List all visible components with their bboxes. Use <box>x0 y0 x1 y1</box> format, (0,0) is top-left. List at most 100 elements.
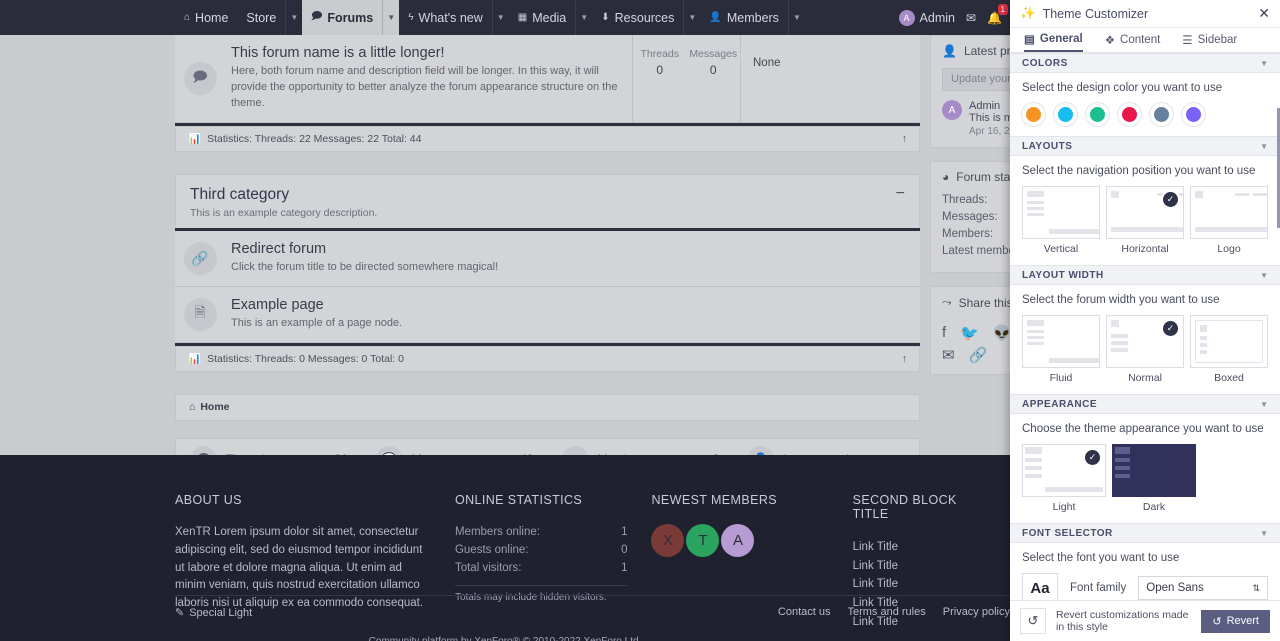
privacy-link[interactable]: Privacy policy <box>943 606 1010 619</box>
nav-item-home[interactable]: ⌂ Home <box>175 0 237 35</box>
chevron-down-icon[interactable]: ▼ <box>1260 59 1268 68</box>
color-swatches <box>1022 103 1268 126</box>
section-description: Select the navigation position you want … <box>1022 165 1268 177</box>
width-option-fluid[interactable]: Fluid <box>1022 315 1100 384</box>
collapse-arrow-icon[interactable]: ↑ <box>902 353 907 365</box>
section-header-appearance[interactable]: APPEARANCE ▼ <box>1010 394 1280 414</box>
layout-preview: ✓ <box>1106 186 1184 239</box>
chevron-down-icon-media[interactable]: ▼ <box>575 0 592 35</box>
home-icon: ⌂ <box>189 401 195 413</box>
nav-label: Forums <box>327 11 373 25</box>
layout-option-vertical[interactable]: Vertical <box>1022 186 1100 255</box>
twitter-icon[interactable]: 🐦 <box>960 324 979 342</box>
width-option-normal[interactable]: ✓ Normal <box>1106 315 1184 384</box>
online-row: Total visitors: 1 <box>455 560 628 578</box>
footer-link[interactable]: Link Title <box>853 575 986 594</box>
footer-legal-links: Contact us Terms and rules Privacy polic… <box>778 606 1010 619</box>
tab-sidebar[interactable]: ☰ Sidebar <box>1182 28 1237 52</box>
inbox-icon[interactable]: ✉ <box>966 11 976 25</box>
color-swatch-orange[interactable] <box>1022 103 1045 126</box>
font-family-select[interactable]: Open Sans ⇅ <box>1138 576 1268 600</box>
chevron-down-icon[interactable]: ▼ <box>1260 529 1268 538</box>
footer-link[interactable]: Link Title <box>853 557 986 576</box>
breadcrumb-home[interactable]: ⌂ Home <box>189 401 230 413</box>
category-collapse-toggle[interactable]: − <box>896 186 905 202</box>
node-text: Example page This is an example of a pag… <box>225 287 920 342</box>
forum-node-page[interactable]: 🗎 Example page This is an example of a p… <box>175 287 920 343</box>
members-icon: 👤 <box>709 12 721 23</box>
appearance-option-light[interactable]: ✓ Light <box>1022 444 1106 513</box>
layout-option-horizontal[interactable]: ✓ Horizontal <box>1106 186 1184 255</box>
section-header-layouts[interactable]: LAYOUTS ▼ <box>1010 136 1280 156</box>
avatar[interactable]: A <box>721 524 754 557</box>
alerts-icon[interactable]: 🔔 1 <box>987 11 1002 25</box>
status-input[interactable]: Update your sta <box>942 68 1010 91</box>
color-swatch-cyan[interactable] <box>1054 103 1077 126</box>
node-title[interactable]: Redirect forum <box>231 241 906 257</box>
footer-link[interactable]: Link Title <box>853 538 986 557</box>
nav-item-whats-new[interactable]: ϟ What's new <box>399 0 492 35</box>
link-icon[interactable]: 🔗 <box>969 346 988 364</box>
main-column: 🗩 This forum name is a little longer! He… <box>175 35 920 481</box>
chevron-down-icon[interactable]: ▼ <box>1260 400 1268 409</box>
customizer-header: ✨ Theme Customizer ✕ <box>1010 0 1280 28</box>
chevron-down-icon[interactable]: ▼ <box>1260 271 1268 280</box>
section-body-font: Select the font you want to use Aa Font … <box>1010 543 1280 600</box>
color-swatch-green[interactable] <box>1086 103 1109 126</box>
terms-link[interactable]: Terms and rules <box>847 606 925 619</box>
nav-item-store[interactable]: Store <box>237 0 285 35</box>
appearance-option-dark[interactable]: Dark <box>1112 444 1196 513</box>
node-title[interactable]: Example page <box>231 297 906 313</box>
width-option-boxed[interactable]: Boxed <box>1190 315 1268 384</box>
tab-content[interactable]: ❖ Content <box>1105 28 1161 52</box>
section-description: Choose the theme appearance you want to … <box>1022 423 1268 435</box>
customizer-scroll-area[interactable]: COLORS ▼ Select the design color you wan… <box>1010 53 1280 600</box>
chevron-down-icon-forums[interactable]: ▼ <box>382 0 399 35</box>
customizer-footer: ↺ Revert customizations made in this sty… <box>1010 600 1280 641</box>
section-header-colors[interactable]: COLORS ▼ <box>1010 53 1280 73</box>
color-swatch-slate[interactable] <box>1150 103 1173 126</box>
reddit-icon[interactable]: 👽 <box>993 324 1010 342</box>
collapse-arrow-icon[interactable]: ↑ <box>902 133 907 145</box>
facebook-icon[interactable]: f <box>942 324 946 342</box>
width-label: Normal <box>1106 372 1184 384</box>
sidebar-icon: ☰ <box>1182 33 1192 47</box>
style-chooser[interactable]: ✎ Special Light <box>175 606 252 619</box>
revert-button[interactable]: ↺ Revert <box>1201 610 1270 633</box>
nav-item-forums[interactable]: 🗩 Forums <box>302 0 382 35</box>
email-icon[interactable]: ✉ <box>942 346 955 364</box>
width-preview <box>1190 315 1268 368</box>
avatar[interactable]: X <box>651 524 684 557</box>
chevron-down-icon-resources[interactable]: ▼ <box>683 0 700 35</box>
nav-item-members[interactable]: 👤 Members <box>700 0 788 35</box>
chevron-down-icon[interactable]: ▼ <box>1260 142 1268 151</box>
threads-stat: Threads 0 <box>633 35 687 122</box>
nav-items: ⌂ Home Store ▼ 🗩 Forums ▼ ϟ What's new ▼ <box>175 0 805 35</box>
section-header-font[interactable]: FONT SELECTOR ▼ <box>1010 523 1280 543</box>
nav-item-media[interactable]: ▦ Media <box>509 0 576 35</box>
forum-node-redirect[interactable]: 🔗 Redirect forum Click the forum title t… <box>175 231 920 287</box>
chevron-down-icon-whats-new[interactable]: ▼ <box>492 0 509 35</box>
forum-node-long[interactable]: 🗩 This forum name is a little longer! He… <box>175 35 920 123</box>
profile-author[interactable]: Admin <box>969 100 1010 112</box>
widget-title: Forum sta <box>956 170 1010 184</box>
chart-icon: 📊 <box>188 132 201 145</box>
color-swatch-purple[interactable] <box>1182 103 1205 126</box>
layout-option-logo[interactable]: Logo <box>1190 186 1268 255</box>
section-description: Select the design color you want to use <box>1022 82 1268 94</box>
chevron-down-icon-members[interactable]: ▼ <box>788 0 805 35</box>
theme-customizer-panel: ✨ Theme Customizer ✕ ▤ General ❖ Content… <box>1010 0 1280 641</box>
nav-label: Home <box>195 11 228 25</box>
close-icon[interactable]: ✕ <box>1258 5 1270 22</box>
contact-us-link[interactable]: Contact us <box>778 606 831 619</box>
node-description: This is an example of a page node. <box>231 316 906 332</box>
avatar[interactable]: T <box>686 524 719 557</box>
node-title[interactable]: This forum name is a little longer! <box>231 45 618 61</box>
chevron-down-icon-store[interactable]: ▼ <box>285 0 302 35</box>
tab-general[interactable]: ▤ General <box>1024 28 1083 52</box>
color-swatch-red[interactable] <box>1118 103 1141 126</box>
section-header-layout-width[interactable]: LAYOUT WIDTH ▼ <box>1010 265 1280 285</box>
nav-item-resources[interactable]: ⬇ Resources <box>592 0 683 35</box>
online-row: Guests online: 0 <box>455 542 628 560</box>
user-menu[interactable]: A Admin <box>899 10 955 26</box>
